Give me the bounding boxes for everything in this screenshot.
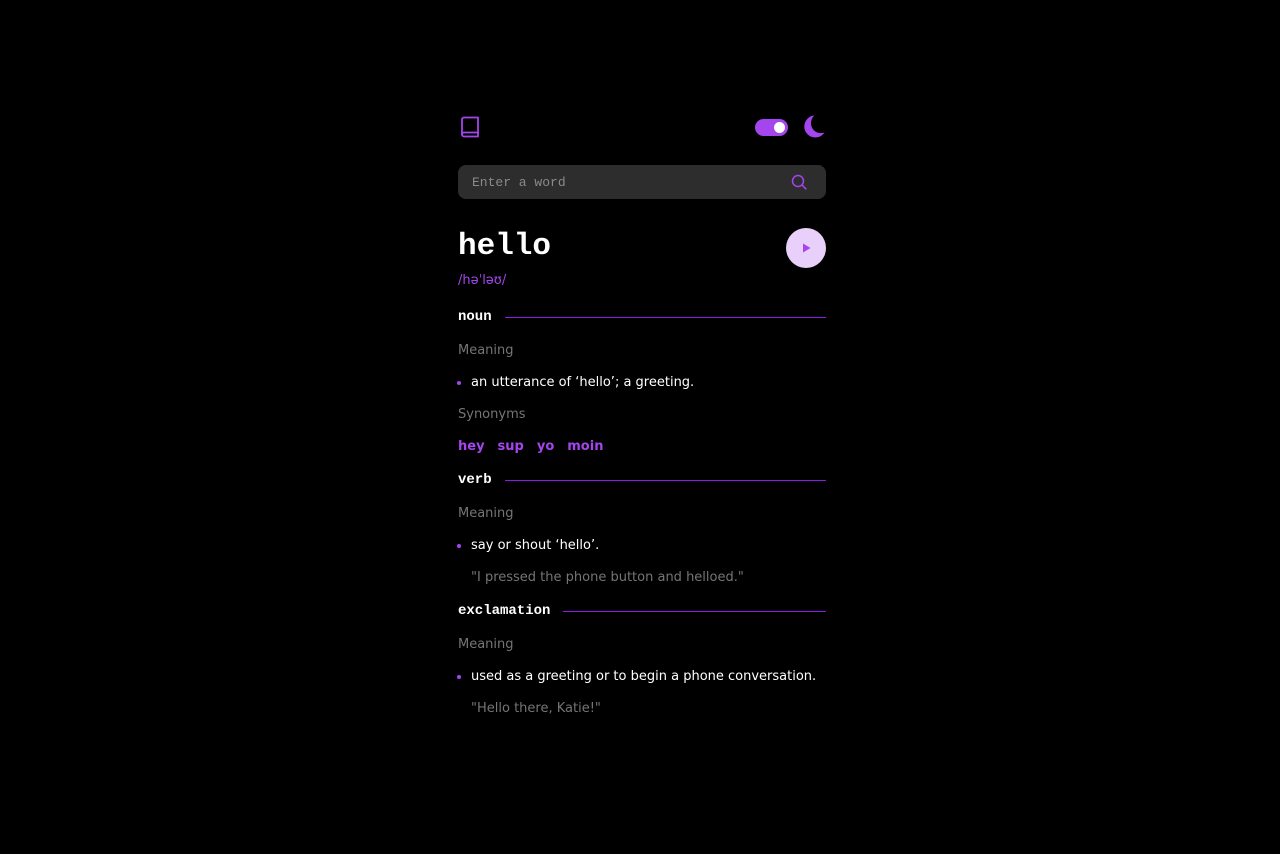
theme-controls (755, 114, 826, 140)
toggle-knob (774, 121, 785, 133)
synonyms-list: hey sup yo moin (458, 439, 826, 455)
part-of-speech-label: exclamation (458, 603, 551, 619)
synonym-link[interactable]: yo (537, 439, 554, 455)
theme-toggle[interactable] (755, 118, 788, 136)
synonyms-label: Synonyms (458, 407, 526, 422)
part-of-speech-label: verb (458, 472, 492, 488)
definition-item: used as a greeting or to begin a phone c… (457, 669, 826, 685)
example-text: "I pressed the phone button and helloed.… (471, 570, 744, 585)
phonetic-text: /həˈləʊ/ (458, 273, 507, 288)
divider-line (504, 479, 826, 481)
part-of-speech-exclamation: exclamation (458, 603, 826, 619)
search-bar (458, 165, 826, 199)
divider-line (504, 316, 826, 318)
part-of-speech-verb: verb (458, 472, 826, 488)
word-title: hello (458, 229, 552, 264)
part-of-speech-noun: noun (458, 309, 826, 325)
moon-icon (800, 114, 826, 140)
definition-item: an utterance of ‘hello’; a greeting. (457, 375, 826, 391)
dictionary-app: hello /həˈləʊ/ noun Meaning an utterance… (457, 110, 826, 717)
synonym-link[interactable]: moin (567, 439, 603, 455)
definition-item: say or shout ‘hello’. (457, 538, 826, 554)
example-text: "Hello there, Katie!" (471, 701, 601, 716)
meaning-label: Meaning (458, 343, 514, 358)
word-header: hello /həˈləʊ/ (458, 228, 826, 295)
synonym-link[interactable]: sup (498, 439, 524, 455)
meaning-label: Meaning (458, 506, 514, 521)
app-header (458, 110, 826, 144)
synonym-link[interactable]: hey (458, 439, 485, 455)
book-icon[interactable] (458, 115, 482, 139)
search-icon[interactable] (791, 174, 807, 190)
divider-line (563, 610, 826, 612)
play-pronunciation-button[interactable] (786, 228, 826, 268)
meaning-label: Meaning (458, 637, 514, 652)
play-icon (803, 243, 811, 253)
part-of-speech-label: noun (458, 309, 492, 325)
search-input[interactable] (458, 165, 826, 199)
